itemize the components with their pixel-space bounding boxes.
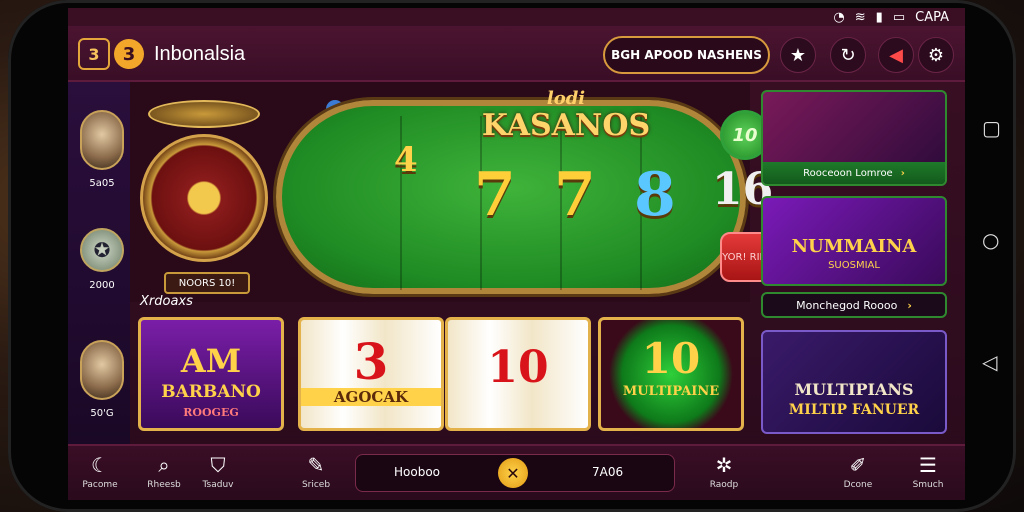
game-tile-3[interactable]: 10	[445, 317, 591, 431]
home-icon[interactable]: ○	[982, 228, 999, 252]
stack-icon: ☰	[919, 453, 937, 477]
tile-subtitle: AGOCAK	[301, 388, 441, 406]
game-table: NOORS 10! i lodi KASANOS 4 7 7 8 16 10 Y…	[130, 82, 782, 302]
tile-title: 3	[353, 332, 389, 391]
brand-name: Inbonalsia	[154, 42, 246, 65]
game-tile-1[interactable]: AM BARBANO ROOGEG	[138, 317, 284, 431]
balance-left: Hooboo	[394, 465, 441, 479]
app-screen: ◔ ≋ ▮ ▭ CAPA 3 3 Inbonalsia BGH APOOD NA…	[68, 8, 965, 500]
home-icon: ☾	[91, 453, 109, 477]
tile-subtitle: BARBANO	[161, 382, 261, 402]
promo-pill-button[interactable]: BGH APOOD NASHENS	[603, 36, 770, 74]
brand-logo-circle: 3	[114, 39, 144, 69]
avatar	[80, 110, 124, 170]
carrier-label: CAPA	[915, 9, 949, 25]
promo-card-1[interactable]: Rooceoon Lomroe ›	[761, 90, 947, 186]
star-icon[interactable]: ★	[780, 37, 816, 73]
reel-symbol: 7	[474, 160, 516, 230]
promo-column: Rooceoon Lomroe › NUMMAINA SUOSMIAL Monc…	[761, 82, 951, 447]
promo-link-label: Monchegod Roooo	[796, 298, 898, 312]
tile-title: AM	[180, 342, 242, 380]
wheel-disc	[140, 134, 268, 262]
bug-icon: ✲	[715, 453, 733, 477]
table-title: lodi KASANOS	[478, 88, 654, 144]
balance-right: 7A06	[592, 465, 624, 479]
nav-item-shield[interactable]: ⛉ Tsaduv	[186, 454, 250, 490]
bottom-nav: ☾ Pacome ⌕ Rheesb ⛉ Tsaduv ✎ Sriceb Hoob…	[68, 444, 965, 500]
signal-icon: ▮	[875, 9, 883, 25]
nav-label: Raodp	[709, 480, 739, 490]
wheel-top	[148, 100, 260, 128]
nav-label: Tsaduv	[202, 480, 234, 490]
wifi-icon: ≋	[854, 9, 866, 25]
wheel-label: NOORS 10!	[164, 272, 250, 294]
chevron-right-icon: ›	[900, 167, 905, 179]
game-tile-2[interactable]: 3 AGOCAK	[298, 317, 444, 431]
nav-label: Pacome	[82, 480, 118, 490]
phone-device: ▢ ○ ◁ ◔ ≋ ▮ ▭ CAPA 3 3 Inbonalsia BGH AP…	[0, 0, 1024, 512]
reel-symbol: 7	[554, 160, 596, 230]
tag-icon: ✐	[849, 453, 867, 477]
status-bar: ◔ ≋ ▮ ▭ CAPA	[68, 8, 965, 26]
megaphone-icon[interactable]: ◀	[878, 37, 914, 73]
back-icon[interactable]: ▢	[982, 116, 1001, 140]
refresh-icon[interactable]: ↻	[830, 37, 866, 73]
nav-label: Dcone	[843, 480, 873, 490]
nav-item-bug[interactable]: ✲ Raodp	[692, 454, 756, 490]
nav-label: Smuch	[912, 480, 944, 490]
coin-icon: ✪	[80, 228, 124, 272]
tile-subtitle: MULTIPAINE	[622, 384, 720, 399]
promo-subtitle: SUOSMIAL	[828, 260, 880, 271]
tile-subtitle: ROOGEG	[183, 406, 239, 419]
chat-icon: ✎	[307, 453, 325, 477]
game-tile-4[interactable]: 10 MULTIPAINE	[598, 317, 744, 431]
nav-item-stack[interactable]: ☰ Smuch	[896, 454, 960, 490]
rail-label: 5a05	[89, 178, 115, 189]
nav-label: Sriceb	[301, 480, 331, 490]
fortune-wheel[interactable]: NOORS 10!	[140, 94, 268, 294]
promo-bar: Rooceoon Lomroe ›	[763, 162, 945, 184]
left-rail: 5a05 ✪ 2000 50'G	[68, 82, 130, 447]
promo-card-2[interactable]: NUMMAINA SUOSMIAL	[761, 196, 947, 286]
promo-subtitle: MILTIP FANUER	[788, 402, 920, 418]
table-title-sub: lodi	[546, 88, 586, 109]
rail-item-1[interactable]: 5a05	[78, 110, 126, 189]
tile-title: 10	[487, 342, 549, 393]
app-header: 3 3 Inbonalsia BGH APOOD NASHENS ★ ↻ ◀ ⚙	[68, 26, 965, 82]
nav-item-home[interactable]: ☾ Pacome	[68, 454, 132, 490]
reel-symbol: 4	[394, 140, 418, 180]
rail-label: 2000	[89, 280, 115, 291]
balance-bar[interactable]: Hooboo ✕ 7A06	[355, 454, 675, 492]
section-label: Xrdoaxs	[140, 294, 193, 309]
coin-icon[interactable]: ✕	[498, 458, 528, 488]
shield-icon: ⛉	[210, 453, 226, 477]
rail-item-2[interactable]: ✪ 2000	[78, 228, 126, 291]
avatar	[80, 340, 124, 400]
rail-label: 50'G	[90, 408, 114, 419]
settings-icon[interactable]: ⚙	[918, 37, 954, 73]
chevron-right-icon: ›	[907, 298, 912, 312]
promo-title: NUMMAINA	[791, 236, 917, 257]
alarm-icon: ◔	[833, 9, 845, 25]
promo-link-button[interactable]: Monchegod Roooo ›	[761, 292, 947, 318]
battery-icon: ▭	[892, 9, 906, 25]
tile-title: 10	[641, 334, 701, 383]
table-title-main: KASANOS	[481, 108, 651, 143]
brand-logo-box: 3	[78, 38, 110, 70]
promo-card-3[interactable]: MULTIPIANS MILTIP FANUER	[761, 330, 947, 434]
recent-icon[interactable]: ◁	[982, 350, 997, 374]
brand[interactable]: 3 3 Inbonalsia	[78, 38, 245, 70]
reel-symbol: 8	[634, 160, 676, 230]
promo-bar-label: Rooceoon Lomroe	[803, 167, 893, 179]
nav-item-tag[interactable]: ✐ Dcone	[826, 454, 890, 490]
promo-title: MULTIPIANS	[794, 380, 914, 399]
nav-item-chat[interactable]: ✎ Sriceb	[284, 454, 348, 490]
rail-item-3[interactable]: 50'G	[78, 340, 126, 419]
